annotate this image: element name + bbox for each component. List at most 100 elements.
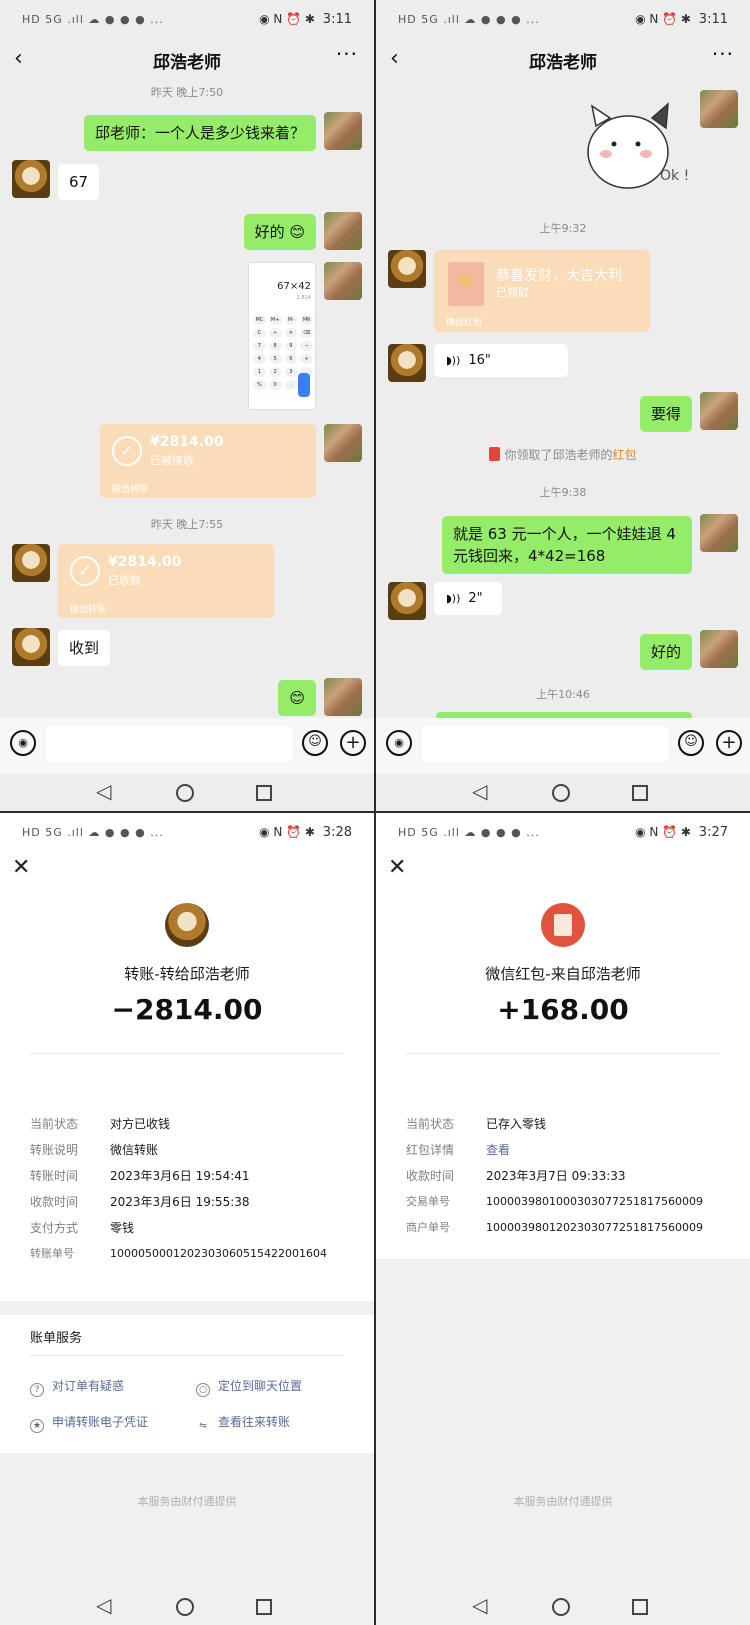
cat-sticker-image[interactable]: Ok ! [582, 96, 692, 196]
message-bubble[interactable]: 要得 [639, 396, 692, 432]
message-bubble[interactable]: 邱老师：一个人是多少钱来着？ [83, 115, 316, 151]
service-label: 查看往来转账 [218, 1415, 291, 1429]
status-right: ◉ N ⏰ ✱ 3:11 [635, 12, 728, 27]
avatar[interactable] [12, 544, 50, 582]
more-icon[interactable]: ··· [336, 42, 358, 66]
divider [30, 1355, 344, 1356]
chat-bubble-icon: ○ [196, 1383, 210, 1397]
chat-header: ‹ 邱浩老师 ··· [0, 42, 374, 76]
avatar[interactable] [700, 514, 738, 552]
voice-toggle-icon[interactable]: ◉ [386, 730, 412, 756]
detail-row: 转账说明 微信转账 [30, 1141, 158, 1158]
calculator-screenshot-image[interactable]: 67×42 2,814 MC M+ M- MR C ÷ × ⌫ 7 8 9 − … [248, 262, 316, 410]
status-bar: HD 5G .ıll ☁ ● ● ● ... ◉ N ⏰ ✱ 3:11 [0, 0, 374, 42]
provided-by-text: 本服务由财付通提供 [513, 1495, 613, 1508]
message-bubble[interactable]: 😊 [278, 680, 316, 716]
transfer-card-received[interactable]: ✓ ¥2814.00 已收款 微信转账 [58, 544, 274, 618]
service-link[interactable]: ? 对订单有疑惑 [30, 1377, 124, 1397]
calc-key: 5 [268, 354, 282, 364]
nav-back-icon[interactable]: ◁ [472, 1593, 487, 1617]
plus-icon[interactable]: + [716, 730, 742, 756]
red-packet-link[interactable]: 红包 [613, 448, 637, 462]
nav-back-icon[interactable]: ◁ [96, 779, 111, 803]
avatar[interactable] [388, 250, 426, 288]
row-value: 已存入零钱 [486, 1117, 547, 1131]
avatar[interactable] [700, 630, 738, 668]
voice-message[interactable]: ◗)) 2" [434, 582, 502, 615]
red-packet-status: 已领取 [496, 286, 529, 299]
message-bubble[interactable]: 好的 😊 [243, 214, 316, 250]
status-bar: HD 5G .ıll ☁ ● ● ● ... ◉ N ⏰ ✱ 3:27 [376, 813, 750, 855]
avatar[interactable] [12, 160, 50, 198]
view-details-link[interactable]: 查看 [486, 1143, 510, 1157]
status-right: ◉ N ⏰ ✱ 3:11 [259, 12, 352, 27]
avatar[interactable] [388, 344, 426, 382]
close-icon[interactable]: ✕ [388, 855, 406, 880]
voice-message[interactable]: ◗)) 16" [434, 344, 568, 377]
status-time: 3:11 [698, 12, 728, 27]
service-link[interactable]: ⇋ 查看往来转账 [196, 1413, 290, 1434]
calc-key: 4 [253, 354, 266, 364]
page-footer-area [376, 1259, 750, 1625]
exchange-icon: ⇋ [199, 1421, 207, 1431]
nav-recent-icon[interactable] [632, 785, 648, 801]
row-label: 支付方式 [30, 1221, 79, 1235]
voice-toggle-icon[interactable]: ◉ [10, 730, 36, 756]
nav-home-icon[interactable] [176, 784, 194, 802]
nav-recent-icon[interactable] [256, 1599, 272, 1615]
message-bubble[interactable]: 收到 [58, 630, 111, 666]
avatar[interactable] [324, 262, 362, 300]
redpacket-detail-screen: HD 5G .ıll ☁ ● ● ● ... ◉ N ⏰ ✱ 3:27 ✕ 微信… [376, 813, 750, 1625]
calc-result: 2,814 [296, 295, 311, 301]
message-bubble[interactable]: 67 [58, 164, 100, 200]
status-icons: ◉ N ⏰ ✱ [635, 825, 691, 839]
avatar[interactable] [388, 582, 426, 620]
plus-icon[interactable]: + [340, 730, 366, 756]
nav-home-icon[interactable] [552, 784, 570, 802]
status-time: 3:27 [698, 825, 728, 840]
avatar[interactable] [324, 424, 362, 462]
red-packet-footer: 微信红包 [446, 318, 483, 328]
close-icon[interactable]: ✕ [12, 855, 30, 880]
calc-key: ⌫ [300, 328, 313, 338]
avatar[interactable] [324, 212, 362, 250]
calc-key: 9 [284, 341, 298, 351]
nav-home-icon[interactable] [552, 1598, 570, 1616]
avatar[interactable] [324, 678, 362, 716]
detail-row: 收款时间 2023年3月6日 19:55:38 [30, 1193, 250, 1210]
service-link[interactable]: ★ 申请转账电子凭证 [30, 1413, 148, 1433]
emoji-icon[interactable]: ☺ [678, 730, 704, 756]
status-left-icons: HD 5G .ıll ☁ ● ● ● ... [22, 13, 164, 26]
detail-row: 转账时间 2023年3月6日 19:54:41 [30, 1167, 250, 1184]
transfer-card-sent[interactable]: ✓ ¥2814.00 已被接收 微信转账 [100, 424, 316, 498]
nav-home-icon[interactable] [176, 1598, 194, 1616]
detail-row: 红包详情 查看 [406, 1141, 510, 1158]
row-label: 转账说明 [30, 1143, 79, 1157]
nav-recent-icon[interactable] [256, 785, 272, 801]
message-bubble[interactable]: 就是 63 元一个人，一个娃娃退 4 元钱回来，4*42=168 [442, 516, 692, 574]
avatar[interactable] [700, 90, 738, 128]
calc-key: M- [284, 315, 298, 325]
transfer-footer: 微信转账 [70, 605, 107, 615]
service-link[interactable]: ○ 定位到聊天位置 [196, 1377, 302, 1397]
message-input[interactable] [422, 726, 668, 762]
red-packet-card[interactable]: 恭喜发财，大吉大利 已领取 微信红包 [434, 250, 650, 332]
calc-key: − [300, 341, 313, 351]
nav-back-icon[interactable]: ◁ [96, 1593, 111, 1617]
calc-key: 7 [253, 341, 266, 351]
row-label: 红包详情 [406, 1143, 455, 1157]
message-bubble[interactable]: 好的 [639, 634, 692, 670]
nav-back-icon[interactable]: ◁ [472, 779, 487, 803]
avatar[interactable] [700, 392, 738, 430]
message-input[interactable] [46, 726, 292, 762]
question-icon: ? [30, 1383, 44, 1397]
avatar[interactable] [12, 628, 50, 666]
calc-equals-key [298, 373, 310, 397]
emoji-icon[interactable]: ☺ [302, 730, 328, 756]
chat-input-bar: ◉ ☺ + [376, 718, 750, 774]
avatar[interactable] [324, 112, 362, 150]
nav-recent-icon[interactable] [632, 1599, 648, 1615]
chat-title: 邱浩老师 [529, 53, 597, 73]
transfer-footer: 微信转账 [112, 485, 149, 495]
more-icon[interactable]: ··· [712, 42, 734, 66]
